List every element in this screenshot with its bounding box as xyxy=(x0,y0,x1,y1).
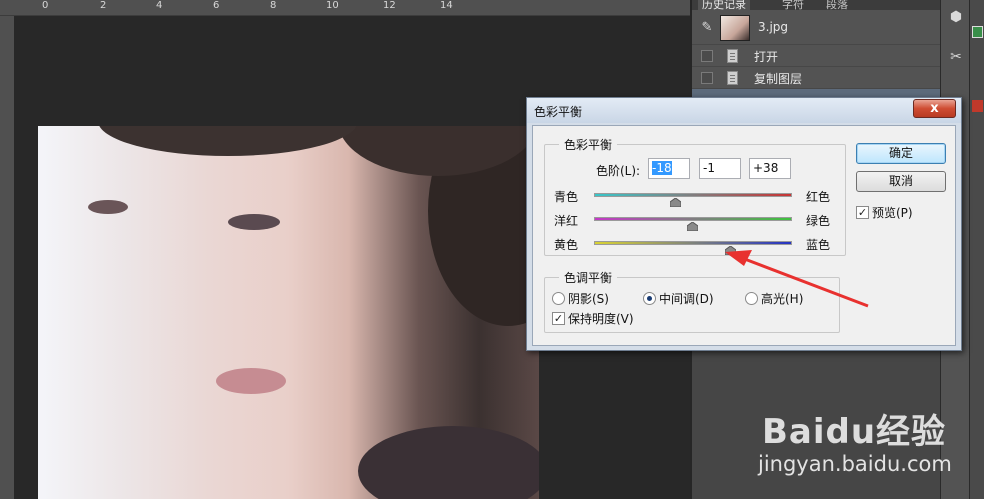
color-balance-group: 色彩平衡 色阶(L): -18 -1 +38 青色 红色 洋红 绿色 黄色 蓝色 xyxy=(544,136,846,256)
history-item-checkbox[interactable] xyxy=(701,50,713,62)
yellow-blue-slider-thumb[interactable] xyxy=(725,246,737,255)
tab-history[interactable]: 历史记录 xyxy=(698,0,750,12)
midtones-radio[interactable] xyxy=(643,292,656,305)
levels-input-yellow-blue[interactable]: +38 xyxy=(749,158,791,179)
cyan-red-slider-thumb[interactable] xyxy=(669,198,681,207)
cube-icon[interactable]: ⬢ xyxy=(945,6,967,28)
close-button[interactable]: x xyxy=(913,99,956,118)
ruler-label: 4 xyxy=(156,0,163,11)
history-item[interactable]: 打开 xyxy=(692,44,940,66)
photo-eye-shape xyxy=(228,214,280,230)
ruler-label: 14 xyxy=(440,0,453,11)
dialog-body: 色彩平衡 色阶(L): -18 -1 +38 青色 红色 洋红 绿色 黄色 蓝色… xyxy=(532,125,956,346)
history-item[interactable]: 复制图层 xyxy=(692,66,940,88)
watermark-url: jingyan.baidu.com xyxy=(758,452,952,476)
panel-tab-bar: 历史记录 字符 段落 xyxy=(692,0,940,12)
document-icon xyxy=(727,49,738,63)
levels-label: 色阶(L): xyxy=(596,164,641,178)
ruler-label: 8 xyxy=(270,0,277,11)
midtones-label[interactable]: 中间调(D) xyxy=(659,290,714,307)
photo-lips-shape xyxy=(216,368,286,394)
tab-paragraph[interactable]: 段落 xyxy=(826,0,848,12)
magenta-green-slider-thumb[interactable] xyxy=(686,222,698,231)
levels-input-cyan-red[interactable]: -18 xyxy=(648,158,690,179)
blue-label: 蓝色 xyxy=(806,238,831,252)
green-label: 绿色 xyxy=(806,214,831,228)
preserve-luminosity-checkbox[interactable]: ✓ xyxy=(552,312,565,325)
history-snapshot-row[interactable]: ✎ 3.jpg xyxy=(692,12,940,44)
photo-shadow-shape xyxy=(358,426,539,499)
yellow-blue-slider-track[interactable] xyxy=(594,241,792,245)
snapshot-name: 3.jpg xyxy=(758,20,789,34)
preview-checkbox[interactable]: ✓ xyxy=(856,206,869,219)
tone-balance-group: 色调平衡 阴影(S) 中间调(D) 高光(H) ✓ 保持明度(V) xyxy=(544,269,840,333)
ruler-label: 6 xyxy=(213,0,220,11)
dialog-titlebar[interactable]: 色彩平衡 x xyxy=(527,98,961,123)
levels-input-magenta-green[interactable]: -1 xyxy=(699,158,741,179)
baidu-watermark: Baidu经验 jingyan.baidu.com xyxy=(752,392,984,499)
history-item-checkbox[interactable] xyxy=(701,72,713,84)
red-label: 红色 xyxy=(806,190,831,204)
highlights-radio[interactable] xyxy=(745,292,758,305)
color-balance-dialog: 色彩平衡 x 色彩平衡 色阶(L): -18 -1 +38 青色 红色 洋红 绿… xyxy=(526,97,962,351)
left-ruler xyxy=(0,16,14,499)
preview-label[interactable]: 预览(P) xyxy=(872,204,913,221)
history-brush-icon[interactable]: ✎ xyxy=(696,17,718,39)
highlights-label[interactable]: 高光(H) xyxy=(761,290,803,307)
shadows-label[interactable]: 阴影(S) xyxy=(568,290,609,307)
ruler-label: 0 xyxy=(42,0,49,11)
document-photo[interactable] xyxy=(38,126,539,499)
history-item-label: 复制图层 xyxy=(754,72,803,86)
ruler-label: 10 xyxy=(326,0,339,11)
magenta-green-slider-track[interactable] xyxy=(594,217,792,221)
cyan-red-slider-track[interactable] xyxy=(594,193,792,197)
cancel-button[interactable]: 取消 xyxy=(856,171,946,192)
photo-hair-shape xyxy=(98,126,358,156)
snapshot-thumbnail xyxy=(720,15,750,41)
cyan-label: 青色 xyxy=(554,190,579,204)
tools-icon[interactable]: ✂ xyxy=(945,46,967,68)
document-icon xyxy=(727,71,738,85)
tone-balance-group-title: 色调平衡 xyxy=(559,269,618,286)
photo-eye-shape xyxy=(88,200,128,214)
watermark-logo: Baidu经验 xyxy=(762,412,947,452)
tab-character[interactable]: 字符 xyxy=(782,0,804,12)
red-swatch-icon[interactable] xyxy=(972,100,983,112)
top-ruler: 0 2 4 6 8 10 12 14 xyxy=(0,0,690,16)
color-swatch-icon[interactable] xyxy=(972,26,983,38)
history-item-label: 打开 xyxy=(754,50,779,64)
ruler-label: 12 xyxy=(383,0,396,11)
ok-button[interactable]: 确定 xyxy=(856,143,946,164)
yellow-label: 黄色 xyxy=(554,238,579,252)
dialog-title: 色彩平衡 xyxy=(534,105,583,119)
shadows-radio[interactable] xyxy=(552,292,565,305)
ruler-label: 2 xyxy=(100,0,107,11)
color-balance-group-title: 色彩平衡 xyxy=(559,136,618,153)
preserve-luminosity-label[interactable]: 保持明度(V) xyxy=(568,310,634,327)
magenta-label: 洋红 xyxy=(554,214,579,228)
